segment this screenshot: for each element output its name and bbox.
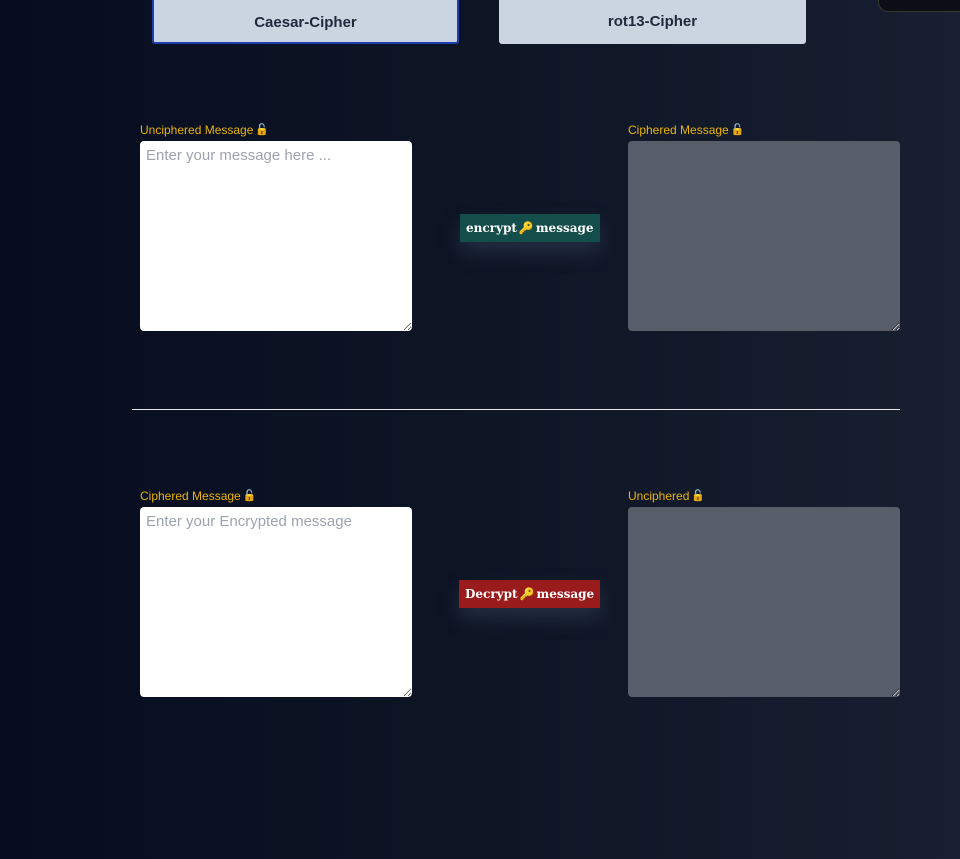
ciphered-message-input-label: Ciphered Message 🔓 xyxy=(140,489,256,503)
unciphered-message-label-text: Unciphered Message xyxy=(140,123,254,137)
tab-caesar-cipher[interactable]: Caesar-Cipher xyxy=(152,0,459,44)
key-icon: 🔑 xyxy=(518,221,534,235)
unlocked-padlock-icon: 🔓 xyxy=(255,123,270,136)
tab-caesar-cipher-label: Caesar-Cipher xyxy=(254,13,357,31)
section-divider xyxy=(132,409,900,410)
encrypt-button-label-right: message xyxy=(535,221,594,235)
ciphered-message-label: Ciphered Message 🔓 xyxy=(628,123,744,137)
decrypt-button-label-right: message xyxy=(536,587,595,601)
encrypt-input-field[interactable] xyxy=(140,141,412,331)
tab-rot13-cipher-label: rot13-Cipher xyxy=(607,12,698,30)
decrypt-input-field[interactable] xyxy=(140,507,412,697)
decrypt-button[interactable]: Decrypt 🔑 message xyxy=(459,580,601,608)
unciphered-output-label: Unciphered 🔓 xyxy=(628,489,705,503)
unciphered-message-label: Unciphered Message 🔓 xyxy=(140,123,269,137)
encrypt-button-label-left: encrypt xyxy=(466,221,517,235)
tab-rot13-cipher[interactable]: rot13-Cipher xyxy=(499,0,806,44)
ciphered-message-label-text: Ciphered Message xyxy=(628,123,729,137)
unciphered-output-label-text: Unciphered xyxy=(628,489,690,503)
ciphered-message-input-label-text: Ciphered Message xyxy=(140,489,241,503)
unlocked-padlock-icon: 🔓 xyxy=(691,489,706,502)
unlocked-padlock-icon: 🔓 xyxy=(730,123,745,136)
encrypt-output-field[interactable] xyxy=(628,141,900,331)
decrypt-output-field[interactable] xyxy=(628,507,900,697)
encrypt-button[interactable]: encrypt 🔑 message xyxy=(460,214,600,242)
decrypt-button-label-left: Decrypt xyxy=(465,587,518,601)
unlocked-padlock-icon: 🔓 xyxy=(242,489,257,502)
corner-widget xyxy=(878,0,960,12)
key-icon: 🔑 xyxy=(519,587,535,601)
